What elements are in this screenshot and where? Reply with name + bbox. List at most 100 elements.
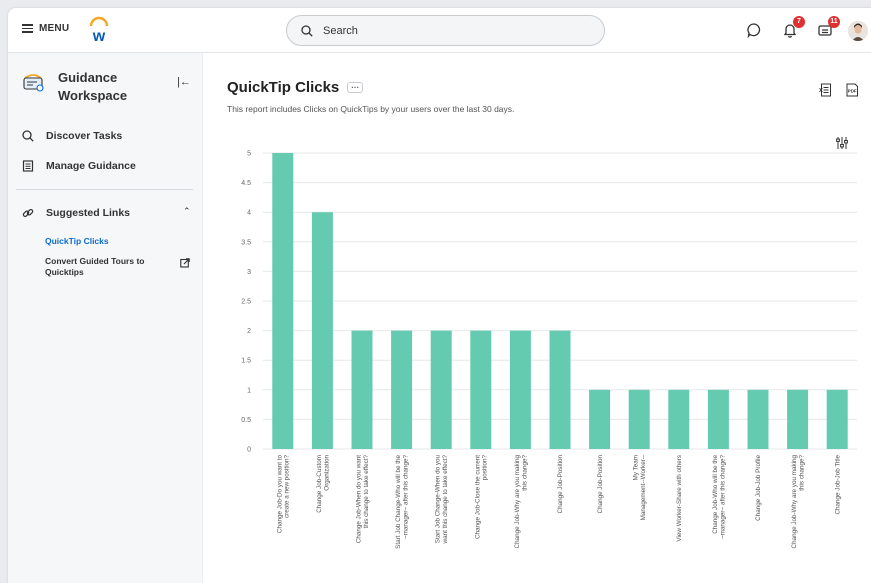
x-tick-label: View Worker-Share with others [676,455,683,542]
x-tick-label-line: Change Job-Job Title [834,455,841,515]
y-tick-label: 4.5 [241,180,251,187]
bar[interactable] [747,389,769,449]
workday-logo[interactable]: w [88,16,110,44]
bar[interactable] [707,389,729,449]
x-tick-label-line: Management--Worker-- [640,455,647,520]
x-tick-label-line: Change Job-Position [597,455,604,514]
link-icon [22,208,34,217]
suggested-links-label: Suggested Links [46,207,131,219]
export-excel-icon[interactable]: x [818,83,832,97]
y-tick-label: 1.5 [241,358,251,365]
x-tick-label-line: Change Job-Do you want to [276,455,283,534]
guidance-workspace-icon [23,74,44,92]
more-options-icon[interactable]: ··· [347,82,364,93]
y-tick-label: 0.5 [241,417,251,424]
suggested-links-header[interactable]: Suggested Links [22,207,130,219]
bar[interactable] [826,389,848,449]
y-tick-label: 2 [247,328,251,335]
x-tick-label: Start Job Change-Who will be the ~manager… [395,455,410,549]
y-tick-label: 0 [247,447,251,454]
x-tick-label: Change Job-Position [597,455,604,514]
bar[interactable] [311,212,333,449]
y-tick-label: 3.5 [241,239,251,246]
y-tick-label: 3 [247,269,251,276]
page-title: QuickTip Clicks [227,79,340,96]
svg-text:w: w [92,28,106,44]
x-tick-label-line: create a new position? [284,455,291,519]
x-tick-label-line: Change Job-Job Profile [755,455,762,521]
bar[interactable] [787,389,809,449]
avatar[interactable] [848,21,868,41]
x-tick-label-line: Change Job-When do you want [355,455,362,543]
bar[interactable] [509,330,531,449]
notifications-badge: 7 [793,16,805,28]
x-tick-label-line: this change to take effect? [363,455,370,529]
search-placeholder: Search [323,24,358,37]
x-tick-label-line: Change Job-Why are you making [514,455,521,549]
x-tick-label: Change Job-Custom Organization [316,455,331,513]
search-input[interactable]: Search [286,15,605,46]
x-tick-label-line: View Worker-Share with others [676,455,683,542]
y-tick-label: 4 [247,210,251,217]
y-tick-label: 5 [247,151,251,158]
link-quicktip-clicks[interactable]: QuickTip Clicks [45,236,109,246]
x-tick-label: Change Job-Close the current position? [474,455,489,540]
main-content: QuickTip Clicks ··· This report includes… [203,53,871,583]
collapse-sidebar-icon[interactable]: |← [177,76,191,88]
workspace-title: Guidance Workspace [58,70,128,103]
inbox-button[interactable]: 11 [817,16,840,38]
hamburger-icon [22,24,33,33]
x-tick-label-line: this change? [799,455,806,491]
x-tick-label-line: My Team [633,455,640,480]
y-axis: 0 0.5 1 1.5 2 2.5 3 3.5 4 4.5 5 [241,151,251,454]
x-tick-label: Change Job-Why are you making this change… [791,455,806,549]
menu-button[interactable]: MENU [22,23,69,34]
chevron-up-icon[interactable]: ⌃ [183,206,191,217]
x-tick-label: Change Job-Do you want to create a new po… [276,455,291,534]
bar[interactable] [589,389,611,449]
search-icon [22,130,34,142]
x-tick-label: Change Job-Position [557,455,564,514]
notifications-button[interactable]: 7 [782,16,805,38]
bar[interactable] [628,389,650,449]
export-pdf-icon[interactable]: PDF [845,83,859,97]
y-tick-label: 2.5 [241,299,251,306]
x-tick-label-line: Change Job-Why are you making [791,455,798,549]
x-tick-label-line: this change? [521,455,528,491]
x-tick-label-line: ~manager~ after this change? [403,455,410,540]
x-tick-label: Change Job-Who will be the ~manager~ afte… [712,455,727,540]
bar[interactable] [391,330,413,449]
link-convert-guided-tours[interactable]: Convert Guided Tours to Quicktips [45,256,155,278]
x-tick-label: Change Job-Job Title [834,455,841,515]
bar[interactable] [351,330,373,449]
x-tick-label-line: want this change to take effect? [442,455,449,545]
x-tick-label-line: ~manager~ after this change? [719,455,726,540]
x-tick-label: Change Job-Why are you making this change… [514,455,529,549]
top-bar: MENU w Search 7 11 [8,8,871,53]
bar[interactable] [470,330,492,449]
x-tick-label: Change Job-Job Profile [755,455,762,521]
bar[interactable] [430,330,452,449]
x-tick-label-line: position? [482,455,489,481]
x-tick-label: Change Job-When do you want this change t… [355,455,370,544]
user-photo-icon [848,21,868,41]
x-tick-label-line: Change Job-Who will be the [712,455,719,534]
bar[interactable] [549,330,571,449]
x-axis: Change Job-Do you want to create a new po… [276,455,841,549]
inbox-badge: 11 [828,16,840,28]
x-tick-label-line: Change Job-Position [557,455,564,514]
x-tick-label-line: Organization [323,455,330,491]
x-tick-label: Start Job Change-When do you want this ch… [435,455,450,545]
search-icon [301,24,313,37]
x-tick-label-line: Start Job Change-Who will be the [395,455,402,549]
sidebar-item-manage-guidance[interactable]: Manage Guidance [22,160,136,172]
x-tick-label-line: Change Job-Custom [316,455,323,513]
bar[interactable] [272,153,294,449]
chat-icon[interactable] [746,22,762,38]
x-tick-label-line: Change Job-Close the current [474,455,481,539]
bar[interactable] [668,389,690,449]
document-icon [22,160,34,172]
external-link-icon[interactable] [180,258,190,268]
sidebar-item-discover-tasks[interactable]: Discover Tasks [22,130,122,142]
sidebar-divider [16,189,193,190]
